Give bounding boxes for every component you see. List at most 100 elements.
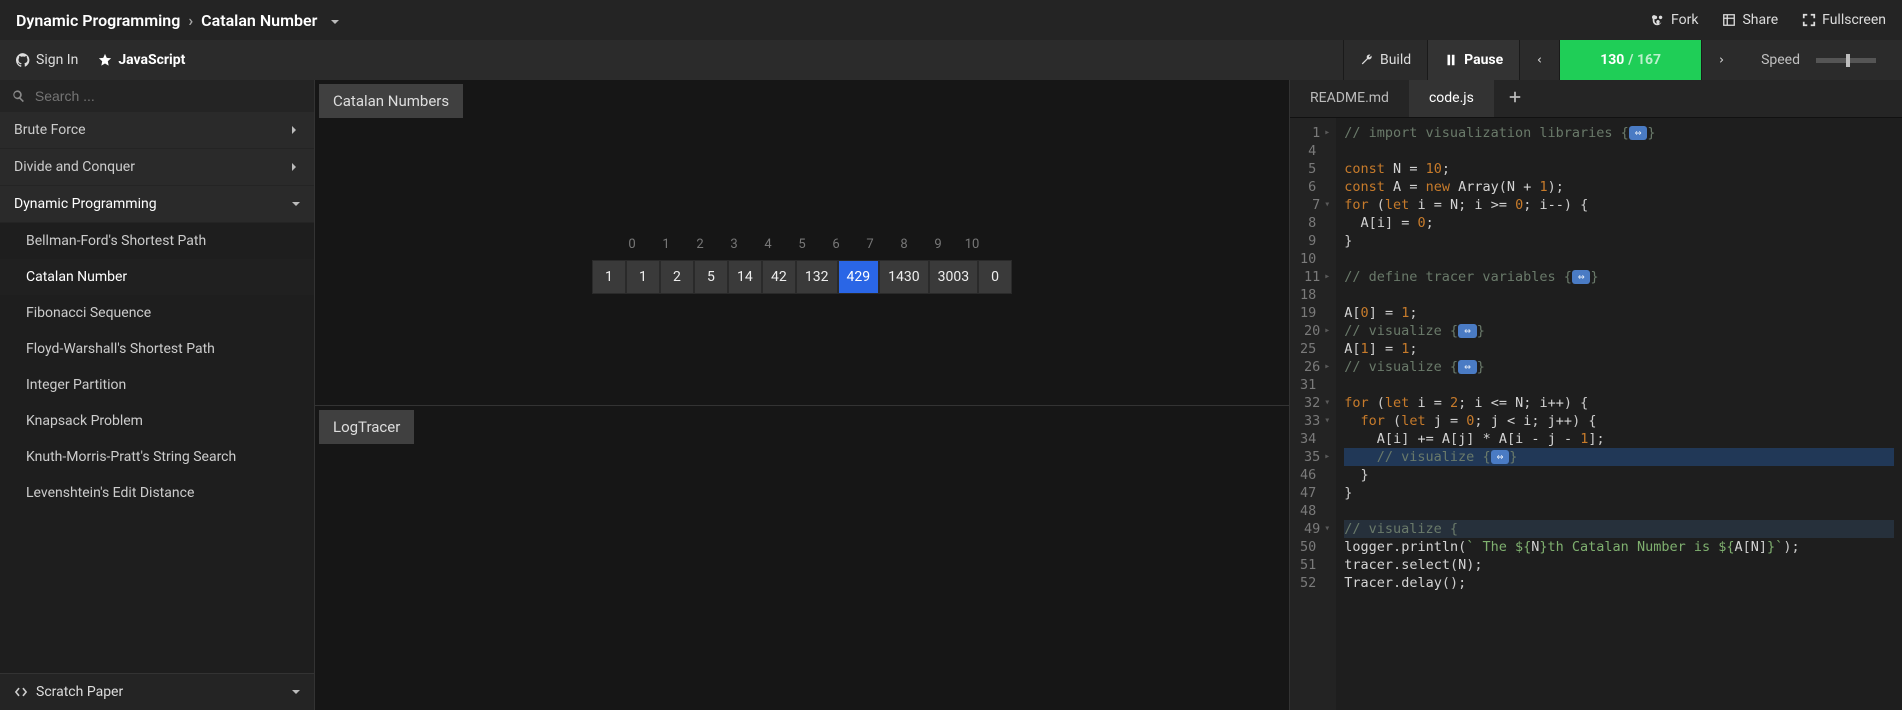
code-line	[1344, 250, 1894, 268]
code-line	[1344, 376, 1894, 394]
line-number: 4	[1300, 142, 1330, 160]
breadcrumb-algo[interactable]: Catalan Number	[201, 11, 317, 30]
algorithm-tree[interactable]: Brute ForceDivide and ConquerDynamic Pro…	[0, 112, 314, 673]
sign-in-button[interactable]: Sign In	[16, 52, 78, 68]
share-icon	[1722, 13, 1736, 27]
fold-icon[interactable]: ▾	[1324, 196, 1330, 214]
value-cell: 3003	[929, 260, 978, 294]
index-cell: 5	[785, 230, 819, 260]
code-line	[1344, 286, 1894, 304]
caret-down-icon[interactable]	[286, 684, 300, 700]
plus-icon	[1508, 90, 1522, 104]
gutter: 1▸4567▾891011▸181920▸2526▸3132▾33▾3435▸4…	[1290, 118, 1336, 710]
caret-right-icon	[286, 122, 300, 138]
code-editor[interactable]: 1▸4567▾891011▸181920▸2526▸3132▾33▾3435▸4…	[1290, 118, 1902, 710]
value-cell: 1	[592, 260, 626, 294]
index-cell: 8	[887, 230, 921, 260]
value-cell: 2	[660, 260, 694, 294]
code-line: // visualize {⇔}	[1344, 322, 1894, 340]
fold-icon[interactable]: ▾	[1324, 412, 1330, 430]
sign-in-label: Sign In	[36, 52, 78, 68]
line-number: 48	[1300, 502, 1330, 520]
fullscreen-button[interactable]: Fullscreen	[1802, 12, 1886, 28]
code-line: // visualize {⇔}	[1344, 358, 1894, 376]
step-counter[interactable]: 130 / 167	[1559, 40, 1701, 80]
fold-icon[interactable]: ▾	[1324, 394, 1330, 412]
category-dynamic-programming[interactable]: Dynamic Programming	[0, 186, 314, 223]
speed-thumb[interactable]	[1846, 54, 1850, 67]
line-number: 49▾	[1300, 520, 1330, 538]
caret-right-icon	[286, 159, 300, 175]
category-divide-and-conquer[interactable]: Divide and Conquer	[0, 149, 314, 186]
code-lines: // import visualization libraries {⇔} con…	[1336, 118, 1902, 710]
search-input[interactable]	[35, 88, 302, 104]
speed-slider[interactable]	[1816, 58, 1876, 63]
line-number: 1▸	[1300, 124, 1330, 142]
fold-icon[interactable]: ▸	[1324, 448, 1330, 466]
pause-button[interactable]: Pause	[1427, 40, 1519, 80]
code-line: // visualize {⇔}	[1344, 448, 1894, 466]
scratch-label: Scratch Paper	[36, 684, 123, 700]
step-forward-button[interactable]	[1701, 40, 1741, 80]
line-number: 10	[1300, 250, 1330, 268]
code-line: // define tracer variables {⇔}	[1344, 268, 1894, 286]
line-number: 9	[1300, 232, 1330, 250]
category-brute-force[interactable]: Brute Force	[0, 112, 314, 149]
value-cell: 429	[838, 260, 880, 294]
fold-icon[interactable]: ▾	[1324, 520, 1330, 538]
step-back-button[interactable]	[1519, 40, 1559, 80]
main: Brute ForceDivide and ConquerDynamic Pro…	[0, 80, 1902, 710]
scratch-paper-button[interactable]: Scratch Paper	[0, 673, 314, 710]
code-line: const A = new Array(N + 1);	[1344, 178, 1894, 196]
code-line	[1344, 502, 1894, 520]
wrench-icon	[1360, 53, 1374, 67]
breadcrumb[interactable]: Dynamic Programming › Catalan Number	[16, 11, 339, 30]
tab-code-js[interactable]: code.js	[1409, 80, 1494, 117]
fold-icon[interactable]: ▸	[1324, 124, 1330, 142]
fullscreen-icon	[1802, 13, 1816, 27]
algo-levenshtein-s-edit-distance[interactable]: Levenshtein's Edit Distance	[0, 475, 314, 511]
code-line: A[1] = 1;	[1344, 340, 1894, 358]
line-number: 50	[1300, 538, 1330, 556]
algo-floyd-warshall-s-shortest-path[interactable]: Floyd-Warshall's Shortest Path	[0, 331, 314, 367]
algo-knapsack-problem[interactable]: Knapsack Problem	[0, 403, 314, 439]
algo-knuth-morris-pratt-s-string-search[interactable]: Knuth-Morris-Pratt's String Search	[0, 439, 314, 475]
fold-icon[interactable]: ▸	[1324, 268, 1330, 286]
speed-label: Speed	[1761, 52, 1800, 68]
code-line: Tracer.delay();	[1344, 574, 1894, 592]
index-cell: 3	[717, 230, 751, 260]
code-line: // import visualization libraries {⇔}	[1344, 124, 1894, 142]
code-line: for (let i = N; i >= 0; i--) {	[1344, 196, 1894, 214]
index-cell: 2	[683, 230, 717, 260]
code-line: logger.println(` The ${N}th Catalan Numb…	[1344, 538, 1894, 556]
fold-icon[interactable]: ▸	[1324, 358, 1330, 376]
language-selector[interactable]: JavaScript	[98, 52, 185, 68]
dropdown-caret-icon[interactable]	[325, 11, 339, 30]
tab-README-md[interactable]: README.md	[1290, 80, 1409, 117]
line-number: 46	[1300, 466, 1330, 484]
share-button[interactable]: Share	[1722, 12, 1778, 28]
code-line: A[i] = 0;	[1344, 214, 1894, 232]
code-line	[1344, 142, 1894, 160]
line-number: 47	[1300, 484, 1330, 502]
line-number: 6	[1300, 178, 1330, 196]
breadcrumb-category[interactable]: Dynamic Programming	[16, 11, 180, 30]
fold-icon[interactable]: ▸	[1324, 322, 1330, 340]
value-cell: 42	[762, 260, 796, 294]
search-icon	[12, 89, 25, 103]
index-cell: 6	[819, 230, 853, 260]
algo-integer-partition[interactable]: Integer Partition	[0, 367, 314, 403]
algo-catalan-number[interactable]: Catalan Number	[0, 259, 314, 295]
algo-bellman-ford-s-shortest-path[interactable]: Bellman-Ford's Shortest Path	[0, 223, 314, 259]
add-tab-button[interactable]	[1494, 80, 1536, 117]
github-icon	[16, 53, 30, 67]
code-line: for (let j = 0; j < i; j++) {	[1344, 412, 1894, 430]
build-button[interactable]: Build	[1343, 40, 1427, 80]
algo-fibonacci-sequence[interactable]: Fibonacci Sequence	[0, 295, 314, 331]
fork-label: Fork	[1671, 12, 1698, 28]
editor-tabs: README.mdcode.js	[1290, 80, 1902, 118]
speed-control: Speed	[1741, 52, 1886, 68]
fork-button[interactable]: Fork	[1651, 12, 1698, 28]
current-step: 130	[1600, 52, 1624, 68]
line-number: 52	[1300, 574, 1330, 592]
